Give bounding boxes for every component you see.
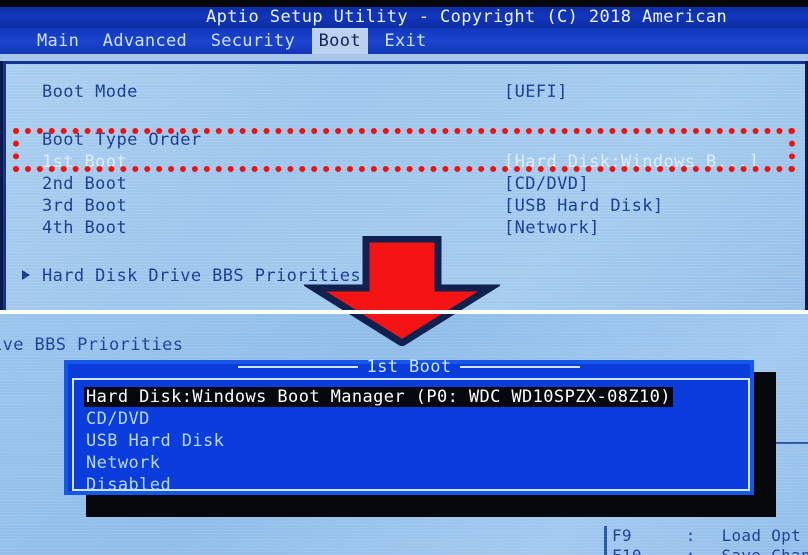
tab-boot[interactable]: Boot (311, 28, 368, 54)
annotation-down-arrow-icon (304, 236, 500, 346)
setting-label-3rd-boot: 3rd Boot (42, 196, 128, 216)
key-legend-f10-sep: : (686, 546, 696, 555)
annotation-dotted-highlight-box (13, 128, 795, 172)
setting-label-boot-mode: Boot Mode (42, 82, 138, 102)
dialog-title: 1st Boot (68, 357, 750, 377)
dialog-title-rule-right (459, 366, 580, 368)
key-legend-f10-key: F10 (612, 546, 642, 555)
key-legend-f9-action: Load Opt (721, 526, 802, 545)
dialog-body: Hard Disk:Windows Boot Manager (P0: WDC … (72, 378, 750, 495)
key-legend-f9: F9 : Load Opt (612, 526, 801, 545)
tab-advanced[interactable]: Advanced (96, 28, 194, 54)
tab-main[interactable]: Main (30, 28, 86, 54)
screen-bezel-top (0, 0, 808, 7)
dialog-shadow-right (754, 372, 776, 507)
setting-label-2nd-boot: 2nd Boot (42, 174, 128, 194)
dialog-option-network[interactable]: Network (84, 453, 162, 473)
dialog-shadow-bottom (86, 495, 776, 517)
setting-value-3rd-boot[interactable]: [USB Hard Disk] (504, 196, 664, 216)
dialog-title-rule-left (238, 366, 359, 368)
dialog-title-text: 1st Boot (366, 357, 452, 377)
setting-value-boot-mode[interactable]: [UEFI] (504, 82, 568, 102)
function-key-legend: F9 : Load Opt F10 : Save Chan (604, 526, 808, 555)
dialog-option-disabled[interactable]: Disabled (84, 475, 173, 495)
screenshot-divider (0, 310, 808, 314)
setting-label-4th-boot: 4th Boot (42, 218, 128, 238)
key-legend-divider (604, 526, 607, 555)
menu-bar-edge (0, 54, 808, 61)
bios-menu-bar[interactable]: Main Advanced Security Boot Exit (0, 28, 808, 54)
background-label-bbs-priorities: ive BBS Priorities (0, 335, 184, 355)
key-legend-f10: F10 : Save Chan (612, 546, 808, 555)
tab-exit[interactable]: Exit (377, 28, 433, 54)
dialog-option-usb-hard-disk[interactable]: USB Hard Disk (84, 431, 226, 451)
bios-title-text: Aptio Setup Utility - Copyright (C) 2018… (206, 7, 728, 27)
bios-title-bar: Aptio Setup Utility - Copyright (C) 2018… (0, 7, 808, 28)
setting-value-4th-boot[interactable]: [Network] (504, 218, 600, 238)
key-legend-f9-sep: : (685, 526, 696, 545)
key-legend-f9-key: F9 (612, 526, 632, 545)
key-legend-f10-action: Save Chan (722, 546, 808, 555)
submenu-triangle-icon (22, 270, 30, 280)
dialog-option-cd-dvd[interactable]: CD/DVD (84, 409, 152, 429)
dialog-option-hard-disk[interactable]: Hard Disk:Windows Boot Manager (P0: WDC … (84, 387, 673, 407)
tab-security[interactable]: Security (204, 28, 302, 54)
boot-order-dialog[interactable]: 1st Boot Hard Disk:Windows Boot Manager … (64, 357, 754, 495)
setting-value-2nd-boot[interactable]: [CD/DVD] (504, 174, 589, 194)
